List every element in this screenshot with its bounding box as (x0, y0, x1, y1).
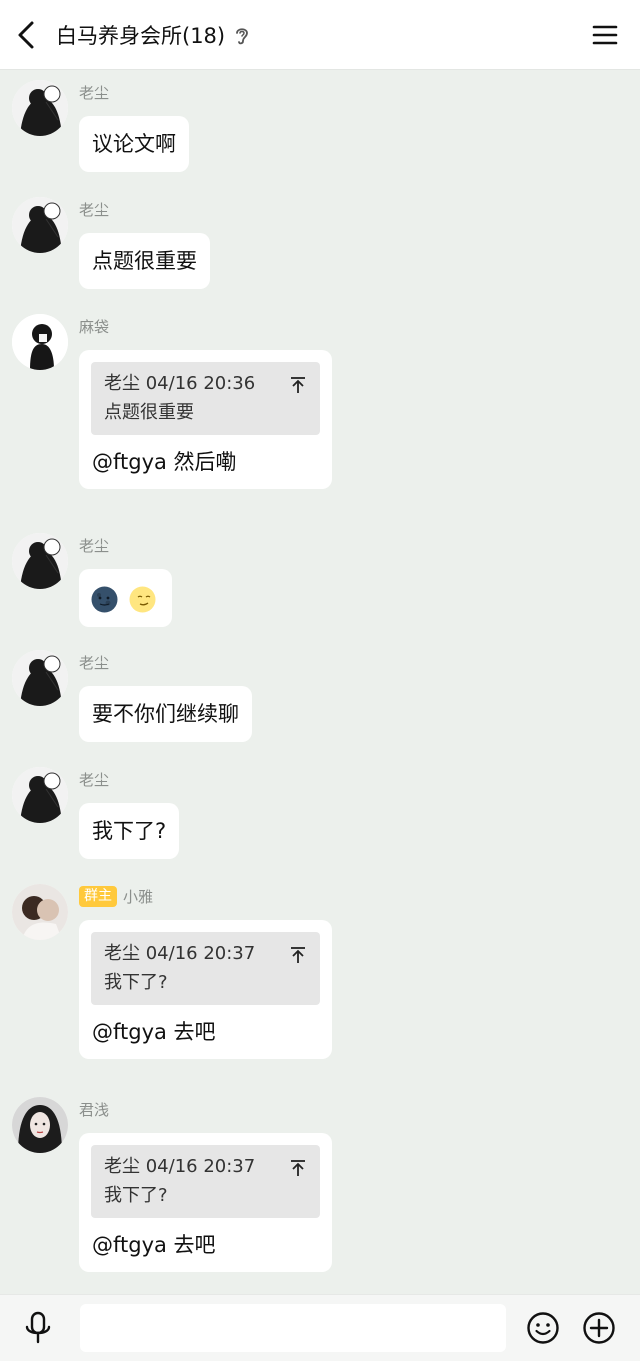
sender-name: 小雅 (123, 888, 154, 906)
chat-header: 白马养身会所(18) (0, 0, 640, 70)
avatar[interactable] (12, 80, 68, 136)
message-text: @ftgya 去吧 (92, 1020, 216, 1044)
group-owner-badge: 群主 (79, 886, 117, 907)
message-bubble[interactable]: 议论文啊 (79, 116, 189, 172)
first-quarter-moon-face-emoji (129, 586, 156, 612)
ear-icon (236, 28, 249, 45)
sender-info: 群主 小雅 (79, 886, 153, 907)
quote-author: 老尘 (104, 943, 140, 964)
jump-to-original-icon[interactable] (290, 946, 306, 964)
message-bubble[interactable] (79, 569, 172, 627)
quote-author: 老尘 (104, 373, 140, 394)
message-input[interactable] (80, 1304, 506, 1352)
quoted-message[interactable]: 老尘 04/16 20:36 点题很重要 (91, 362, 320, 435)
chat-message-list[interactable]: 老尘 议论文啊 老尘 点题很重要 麻袋 老尘 04/16 20:36 点题很重要 (0, 70, 640, 1294)
avatar[interactable] (12, 767, 68, 823)
input-bar (0, 1294, 640, 1361)
quote-text: 我下了? (104, 1185, 168, 1206)
jump-to-original-icon[interactable] (290, 1159, 306, 1177)
quote-header: 老尘 04/16 20:37 (104, 1154, 307, 1180)
jump-to-original-icon[interactable] (290, 376, 306, 394)
reply-message-bubble[interactable]: 老尘 04/16 20:37 我下了? @ftgya 去吧 (79, 1133, 332, 1272)
quote-time: 04/16 20:37 (145, 943, 256, 964)
title-area[interactable]: 白马养身会所(18) (56, 20, 251, 52)
quote-time: 04/16 20:36 (145, 373, 256, 394)
quote-author: 老尘 (104, 1156, 140, 1177)
message-bubble[interactable]: 我下了? (79, 803, 180, 859)
quoted-message[interactable]: 老尘 04/16 20:37 我下了? (91, 1145, 320, 1218)
message-bubble[interactable]: 点题很重要 (79, 233, 210, 289)
sender-name: 老尘 (79, 537, 110, 555)
menu-icon[interactable] (592, 22, 618, 48)
avatar[interactable] (12, 533, 68, 589)
quote-header: 老尘 04/16 20:37 (104, 941, 307, 967)
quoted-message[interactable]: 老尘 04/16 20:37 我下了? (91, 932, 320, 1005)
avatar[interactable] (12, 314, 68, 370)
sender-name: 君浅 (79, 1101, 110, 1119)
avatar[interactable] (12, 650, 68, 706)
sender-name: 麻袋 (79, 318, 110, 336)
message-text: @ftgya 然后嘞 (92, 450, 237, 474)
sender-name: 老尘 (79, 771, 110, 789)
sender-name: 老尘 (79, 84, 110, 102)
microphone-icon[interactable] (22, 1311, 54, 1345)
avatar[interactable] (12, 1097, 68, 1153)
message-text: @ftgya 去吧 (92, 1233, 216, 1257)
reply-message-bubble[interactable]: 老尘 04/16 20:36 点题很重要 @ftgya 然后嘞 (79, 350, 332, 489)
quote-header: 老尘 04/16 20:36 (104, 371, 307, 397)
quote-time: 04/16 20:37 (145, 1156, 256, 1177)
group-title: 白马养身会所(18) (56, 24, 226, 48)
sender-name: 老尘 (79, 654, 110, 672)
smiley-icon[interactable] (526, 1311, 560, 1345)
avatar[interactable] (12, 884, 68, 940)
new-moon-face-emoji (91, 586, 118, 612)
reply-message-bubble[interactable]: 老尘 04/16 20:37 我下了? @ftgya 去吧 (79, 920, 332, 1059)
plus-circle-icon[interactable] (582, 1311, 616, 1345)
quote-text: 我下了? (104, 972, 168, 993)
avatar[interactable] (12, 197, 68, 253)
quote-text: 点题很重要 (104, 402, 194, 423)
back-arrow-icon[interactable] (10, 17, 44, 53)
message-bubble[interactable]: 要不你们继续聊 (79, 686, 252, 742)
sender-name: 老尘 (79, 201, 110, 219)
